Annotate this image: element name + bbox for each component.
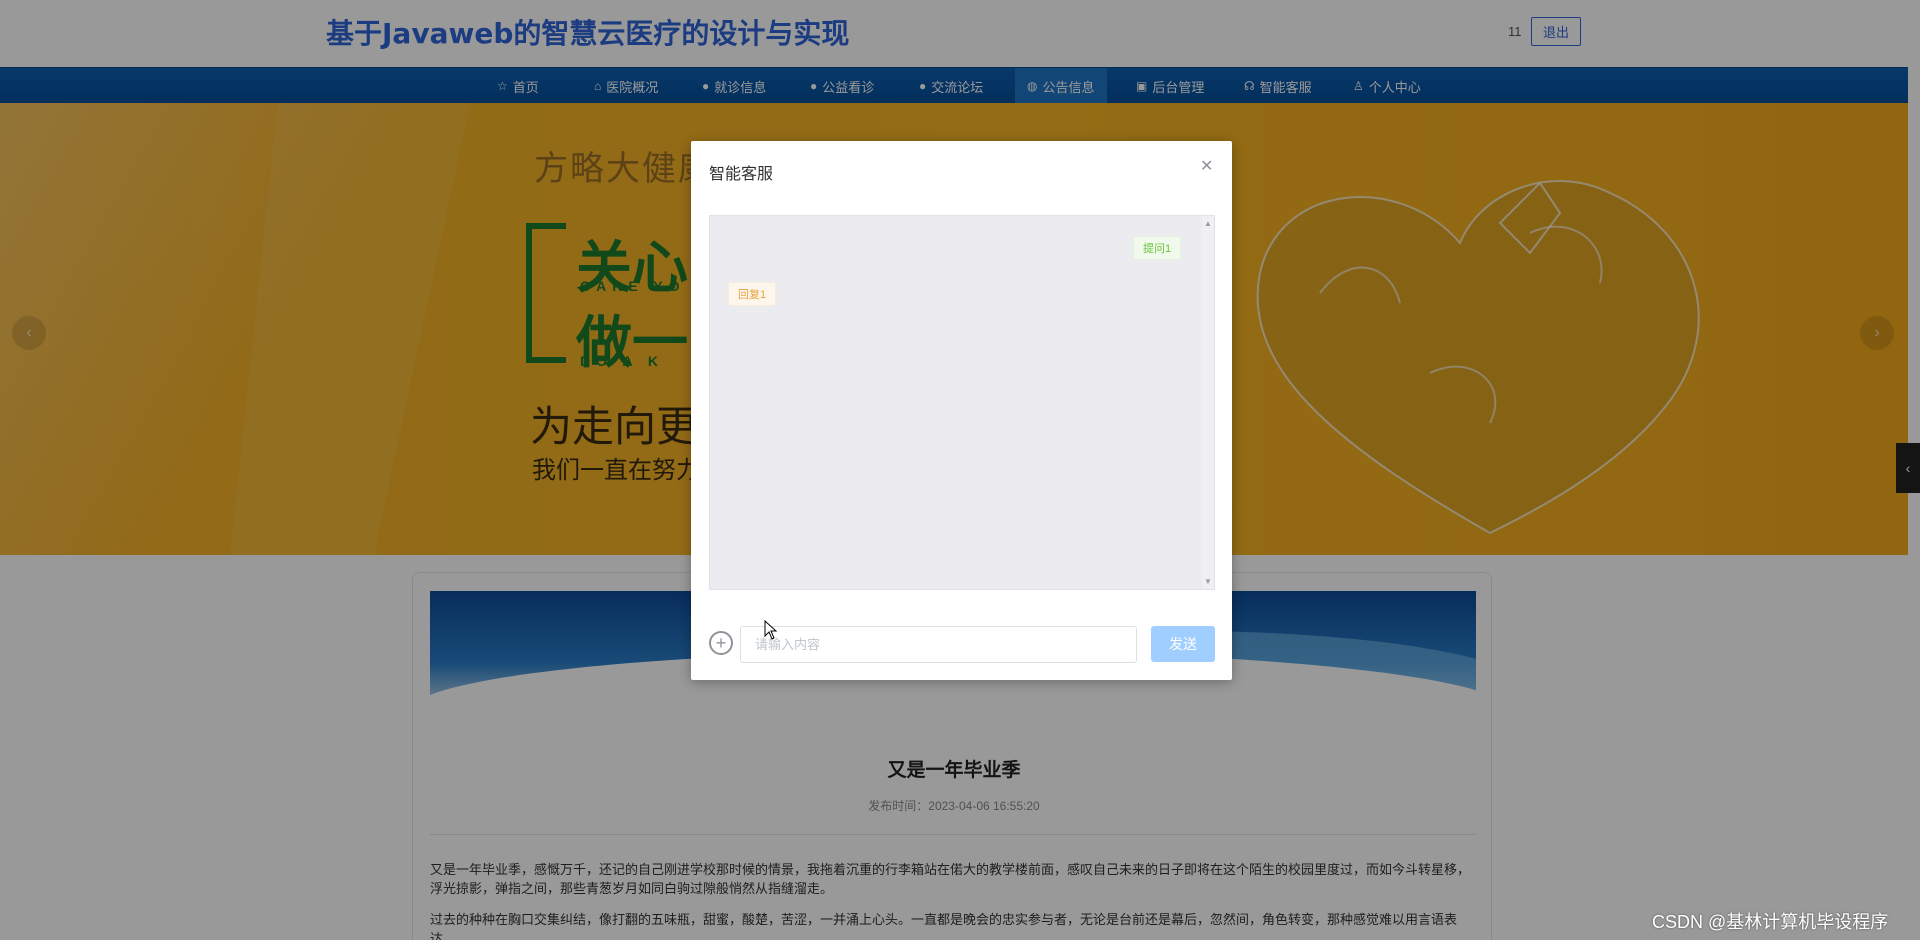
close-icon[interactable]: ✕ bbox=[1200, 156, 1213, 176]
scrollbar[interactable]: ▲ ▼ bbox=[1202, 216, 1214, 589]
scroll-down-icon[interactable]: ▼ bbox=[1204, 577, 1212, 586]
chat-messages[interactable]: 提问1 回复1 ▲ ▼ bbox=[709, 215, 1215, 590]
dialog-title: 智能客服 bbox=[709, 166, 774, 183]
send-button[interactable]: 发送 bbox=[1151, 626, 1215, 662]
chat-dialog: 智能客服 ✕ 提问1 回复1 ▲ ▼ + 发送 bbox=[691, 141, 1232, 680]
watermark: CSDN @基林计算机毕设程序 bbox=[1652, 912, 1889, 932]
mouse-cursor-icon bbox=[764, 620, 778, 640]
plus-icon: + bbox=[715, 633, 727, 653]
question-bubble: 提问1 bbox=[1133, 236, 1182, 260]
message-input[interactable] bbox=[740, 626, 1137, 663]
add-attachment-button[interactable]: + bbox=[709, 631, 733, 655]
scroll-up-icon[interactable]: ▲ bbox=[1204, 219, 1212, 228]
answer-bubble: 回复1 bbox=[728, 282, 777, 306]
